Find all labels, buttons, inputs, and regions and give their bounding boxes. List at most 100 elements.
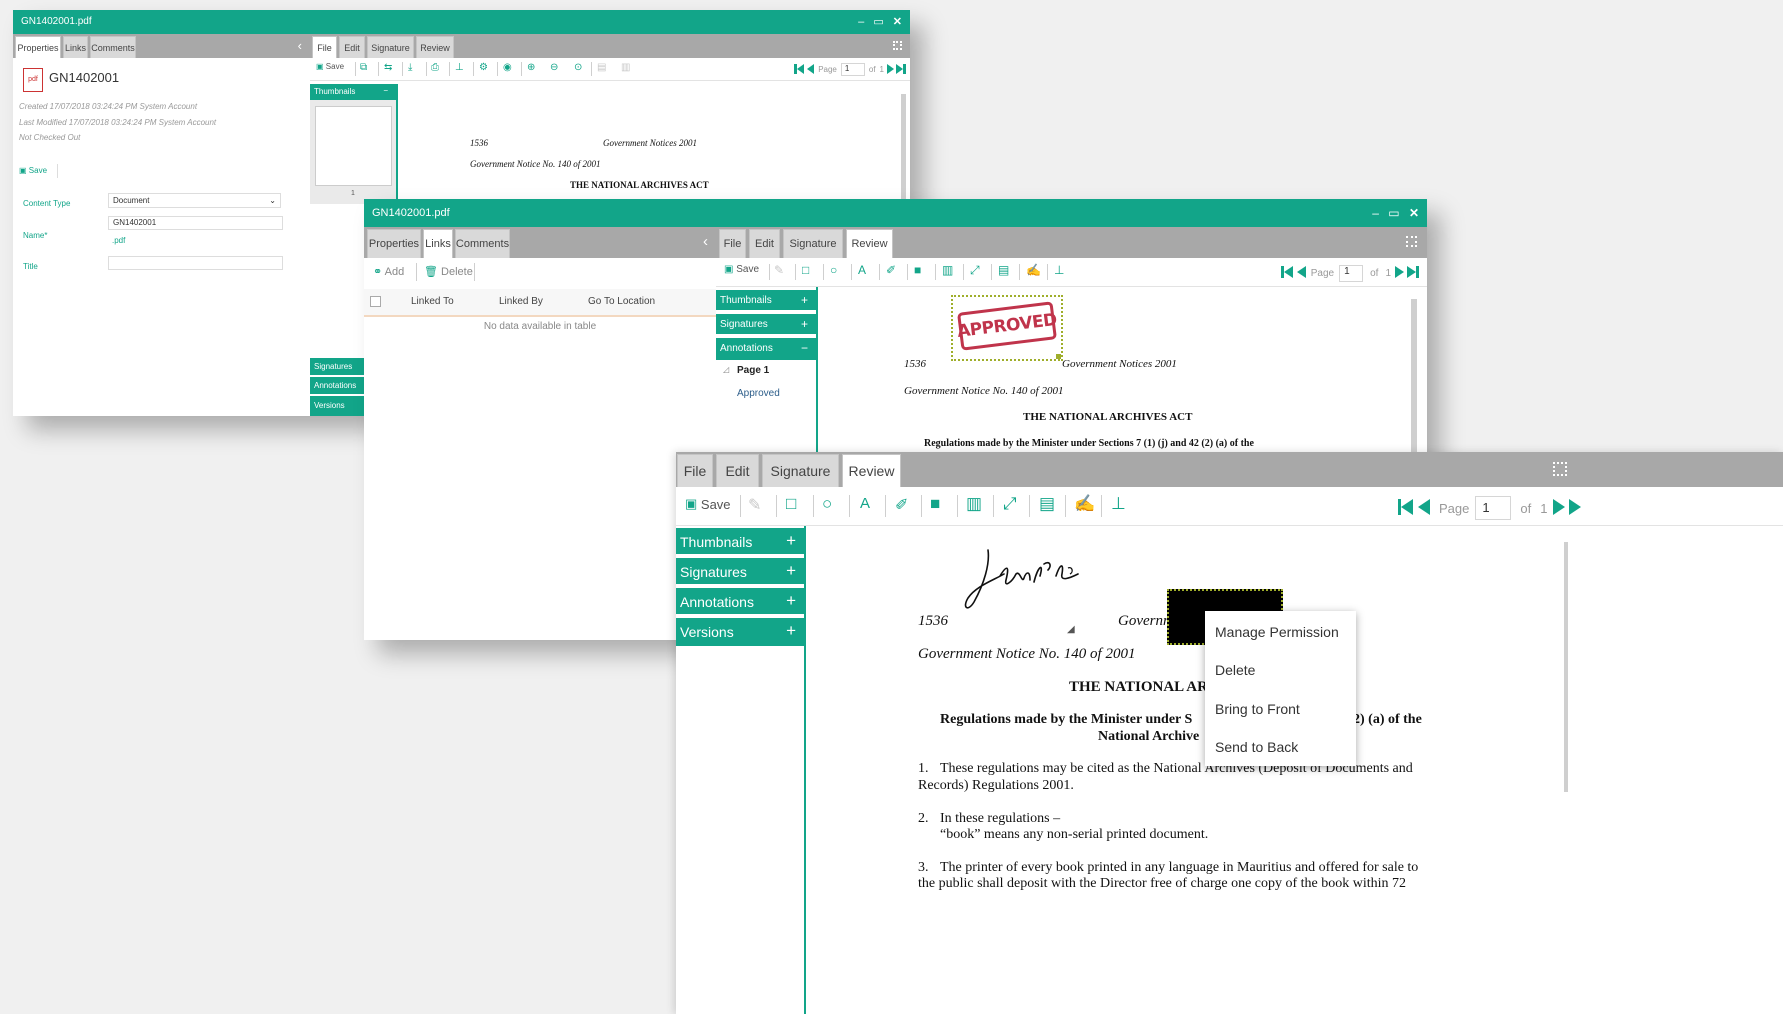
- save-button[interactable]: ▣ Save: [316, 62, 344, 71]
- tab-comments[interactable]: Comments: [455, 229, 510, 258]
- tab-file[interactable]: File: [312, 36, 337, 58]
- collapse-icon[interactable]: −: [383, 86, 388, 95]
- approved-stamp[interactable]: APPROVED: [951, 295, 1063, 361]
- tab-file[interactable]: File: [719, 229, 746, 258]
- prev-page-icon[interactable]: [807, 63, 815, 76]
- fit-page-icon[interactable]: ▤: [597, 62, 606, 73]
- highlighter-icon[interactable]: ✐: [886, 263, 896, 277]
- tab-properties[interactable]: Properties: [367, 229, 421, 258]
- expand-icon[interactable]: ⤢: [1003, 494, 1017, 514]
- zoom-fit-icon[interactable]: ⊙: [574, 62, 582, 73]
- tree-annotation-approved[interactable]: Approved: [737, 388, 780, 399]
- window-2-titlebar[interactable]: GN1402001.pdf ‒ ▭ ✕: [364, 199, 1427, 227]
- stamp-icon[interactable]: ⊥: [1054, 263, 1064, 277]
- title-field[interactable]: [108, 256, 283, 270]
- signature-annotation[interactable]: [960, 544, 1090, 624]
- versions-panel-header[interactable]: Versions +: [676, 618, 804, 646]
- tab-edit[interactable]: Edit: [749, 229, 780, 258]
- menu-item-manage-permission[interactable]: Manage Permission: [1215, 624, 1339, 640]
- save-button[interactable]: ▣ Save: [19, 166, 47, 175]
- sign-icon[interactable]: ✍: [1074, 494, 1095, 514]
- layers-icon[interactable]: ⧉: [360, 62, 367, 73]
- col-linked-to[interactable]: Linked To: [411, 296, 454, 307]
- tab-file[interactable]: File: [677, 454, 713, 487]
- highlighter-icon[interactable]: ✐: [895, 495, 908, 515]
- col-go-to-location[interactable]: Go To Location: [588, 296, 655, 307]
- merge-icon[interactable]: ⇆: [384, 62, 392, 73]
- content-type-select[interactable]: Document ⌄: [108, 193, 281, 208]
- last-page-icon[interactable]: [1407, 266, 1419, 281]
- thumbnails-panel-header[interactable]: Thumbnails +: [676, 528, 804, 556]
- window-1-titlebar[interactable]: GN1402001.pdf ‒ ▭ ✕: [13, 10, 910, 34]
- gear-icon[interactable]: ⚙: [479, 62, 488, 73]
- menu-item-send-to-back[interactable]: Send to Back: [1215, 739, 1298, 755]
- expand-icon[interactable]: +: [801, 293, 808, 307]
- next-page-icon[interactable]: [1395, 266, 1404, 281]
- prev-page-icon[interactable]: [1296, 266, 1306, 281]
- first-page-icon[interactable]: [1398, 498, 1413, 518]
- text-icon[interactable]: A: [860, 495, 870, 512]
- circle-icon[interactable]: ○: [830, 263, 837, 277]
- sign-icon[interactable]: ✍: [1026, 263, 1041, 277]
- select-all-checkbox[interactable]: [370, 296, 381, 307]
- next-page-icon[interactable]: [1553, 498, 1566, 518]
- tab-review[interactable]: Review: [416, 36, 454, 58]
- zoom-in-icon[interactable]: ⊕: [527, 62, 535, 73]
- text-icon[interactable]: A: [858, 263, 866, 277]
- first-page-icon[interactable]: [1280, 266, 1293, 281]
- stamp-icon[interactable]: ⊥: [455, 62, 464, 73]
- grid-view-icon[interactable]: [1553, 462, 1567, 476]
- page-input[interactable]: 1: [1475, 496, 1512, 520]
- tab-edit[interactable]: Edit: [339, 36, 365, 58]
- last-page-icon[interactable]: [896, 63, 906, 76]
- page-thumbnail[interactable]: [315, 106, 392, 186]
- barcode-icon[interactable]: ▥: [966, 494, 982, 514]
- download-icon[interactable]: ⤓: [408, 62, 412, 73]
- name-field[interactable]: GN1402001: [108, 216, 283, 230]
- expand-icon[interactable]: +: [786, 561, 796, 581]
- tab-review[interactable]: Review: [846, 229, 893, 258]
- collapse-panel-icon[interactable]: ‹: [298, 38, 302, 53]
- expand-icon[interactable]: +: [801, 317, 808, 331]
- rectangle-icon[interactable]: □: [802, 263, 809, 277]
- circle-icon[interactable]: ○: [822, 494, 832, 514]
- signatures-panel-header[interactable]: Signatures +: [676, 558, 804, 586]
- last-page-icon[interactable]: [1569, 498, 1582, 518]
- delete-link-button[interactable]: 🗑 Delete: [424, 265, 473, 278]
- eye-icon[interactable]: ◉: [503, 62, 512, 73]
- tab-signature[interactable]: Signature: [367, 36, 414, 58]
- save-button[interactable]: ▣ Save: [724, 264, 759, 275]
- collapse-icon[interactable]: −: [801, 341, 808, 355]
- collapse-panel-icon[interactable]: ‹: [703, 233, 708, 250]
- stamp-icon[interactable]: ⊥: [1111, 494, 1126, 514]
- thumbnails-panel-header[interactable]: Thumbnails +: [716, 290, 816, 312]
- annotations-panel-header[interactable]: Annotations −: [716, 338, 816, 360]
- tab-links[interactable]: Links: [63, 36, 88, 58]
- minimize-icon[interactable]: ‒: [1372, 206, 1379, 220]
- tree-collapse-icon[interactable]: ◿: [723, 365, 729, 374]
- zoom-out-icon[interactable]: ⊖: [550, 62, 558, 73]
- maximize-icon[interactable]: ▭: [1388, 206, 1399, 220]
- redact-icon[interactable]: ■: [914, 263, 921, 277]
- document-icon[interactable]: ▤: [1039, 494, 1055, 514]
- note-icon[interactable]: ✎: [748, 495, 761, 515]
- save-button[interactable]: ▣ Save: [685, 496, 731, 512]
- rectangle-icon[interactable]: □: [786, 494, 796, 514]
- grid-view-icon[interactable]: [893, 41, 902, 50]
- tab-edit[interactable]: Edit: [716, 454, 759, 487]
- barcode-icon[interactable]: ▥: [942, 263, 953, 277]
- expand-icon[interactable]: +: [786, 591, 796, 611]
- fit-width-icon[interactable]: ▥: [621, 62, 630, 73]
- close-icon[interactable]: ✕: [1409, 206, 1419, 220]
- tab-comments[interactable]: Comments: [90, 36, 136, 58]
- print-icon[interactable]: ⎙: [431, 62, 439, 73]
- document-icon[interactable]: ▤: [998, 263, 1009, 277]
- grid-view-icon[interactable]: [1406, 236, 1417, 247]
- tab-properties[interactable]: Properties: [15, 36, 61, 58]
- col-linked-by[interactable]: Linked By: [499, 296, 543, 307]
- scrollbar[interactable]: [1564, 542, 1568, 792]
- tab-signature[interactable]: Signature: [783, 229, 843, 258]
- thumbnails-panel-header[interactable]: Thumbnails −: [310, 84, 396, 100]
- expand-icon[interactable]: +: [786, 621, 796, 641]
- tree-page-1[interactable]: Page 1: [737, 365, 769, 376]
